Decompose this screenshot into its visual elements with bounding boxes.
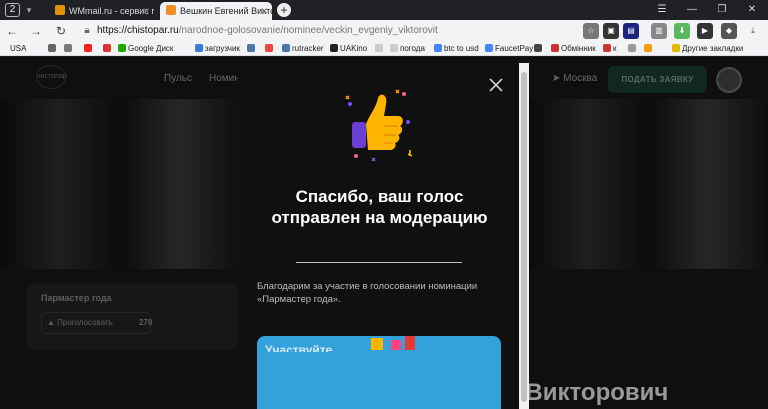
bookmark-item[interactable]: UAKino [330,43,367,55]
modal-text: Благодарим за участие в голосовании номи… [257,281,478,305]
browser-tab-bar: 2 ▾ WMmail.ru - сервис почт ✕ Вешкин Евг… [0,0,768,20]
forward-icon[interactable]: → [28,23,44,39]
bookmark-item[interactable] [103,43,113,55]
modal-title: Спасибо, ваш голос отправлен на модераци… [271,187,488,227]
extension-icon[interactable]: ▤ [623,23,639,39]
close-tab-icon[interactable]: ✕ [142,2,150,20]
bookmark-item[interactable] [534,43,544,55]
tab-counter[interactable]: 2 [5,3,20,17]
promo-banner[interactable]: Участвуйте [257,336,501,409]
gift-icon [371,336,415,350]
url-host: https://chistopar.ru [97,25,179,36]
bookmark-item[interactable] [628,43,638,55]
bookmark-item[interactable] [64,43,74,55]
other-bookmarks[interactable]: Другие закладки [672,43,743,55]
close-icon[interactable] [488,77,504,93]
address-bar: ← → ↻ 🔒︎ https://chistopar.ru/narodnoe-g… [0,20,768,42]
bookmark-item[interactable] [644,43,654,55]
bookmark-item[interactable]: btc to usd [434,43,479,55]
bookmark-item[interactable]: FaucetPay [485,43,533,55]
bookmark-item[interactable]: USA [10,43,26,55]
downloads-icon[interactable]: ⤓ [745,23,761,39]
thumbs-up-icon [345,89,413,162]
bookmark-item[interactable]: погода [390,43,425,55]
bookmark-item[interactable] [375,43,385,55]
minimize-icon[interactable]: — [684,2,700,18]
url-field[interactable]: https://chistopar.ru/narodnoe-golosovani… [97,24,438,38]
bookmark-item[interactable]: загрузчик [195,43,240,55]
promo-text: Участвуйте [265,343,333,352]
tab-title: Вешкин Евгений Виктор [180,6,272,16]
extension-icon[interactable]: ◆ [721,23,737,39]
bookmark-item[interactable]: Обмінник [551,43,596,55]
extension-icon[interactable]: ▥ [651,23,667,39]
bookmark-item[interactable] [84,43,94,55]
bookmarks-bar: USA Google Диск загрузчик rutracker UAKi… [0,42,768,56]
tab-wmmail[interactable]: WMmail.ru - сервис почт ✕ [49,2,154,20]
tab-title: WMmail.ru - сервис почт [69,6,154,16]
bookmarks-icon[interactable]: ☰ [654,2,670,18]
bookmark-item[interactable]: к [603,43,617,55]
restore-icon[interactable]: ❐ [714,2,730,18]
extension-icon[interactable]: ▣ [603,23,619,39]
extension-icon[interactable]: ▶ [697,23,713,39]
modal-scrollbar-thumb[interactable] [521,72,527,402]
close-window-icon[interactable]: ✕ [744,2,760,18]
bookmark-item[interactable]: Google Диск [118,43,173,55]
close-tab-icon[interactable]: ✕ [260,2,268,20]
lock-icon[interactable]: 🔒︎ [80,24,94,38]
bookmark-star-icon[interactable]: ☆ [583,23,599,39]
new-tab-button[interactable]: + [277,3,291,17]
tab-chistopar[interactable]: Вешкин Евгений Виктор ✕ [160,2,272,20]
back-icon[interactable]: ← [4,23,20,39]
bookmark-item[interactable]: rutracker [282,43,324,55]
reload-icon[interactable]: ↻ [53,23,69,39]
favicon-icon [166,5,176,15]
download-arrow-icon[interactable]: ⬇ [674,23,690,39]
bookmark-item[interactable] [48,43,58,55]
favicon-icon [55,5,65,15]
divider [296,262,462,263]
bookmark-item[interactable] [265,43,275,55]
bookmark-item[interactable] [247,43,257,55]
chevron-down-icon[interactable]: ▾ [23,3,35,17]
url-path: /narodnoe-golosovanie/nominee/veckin_evg… [178,25,438,36]
